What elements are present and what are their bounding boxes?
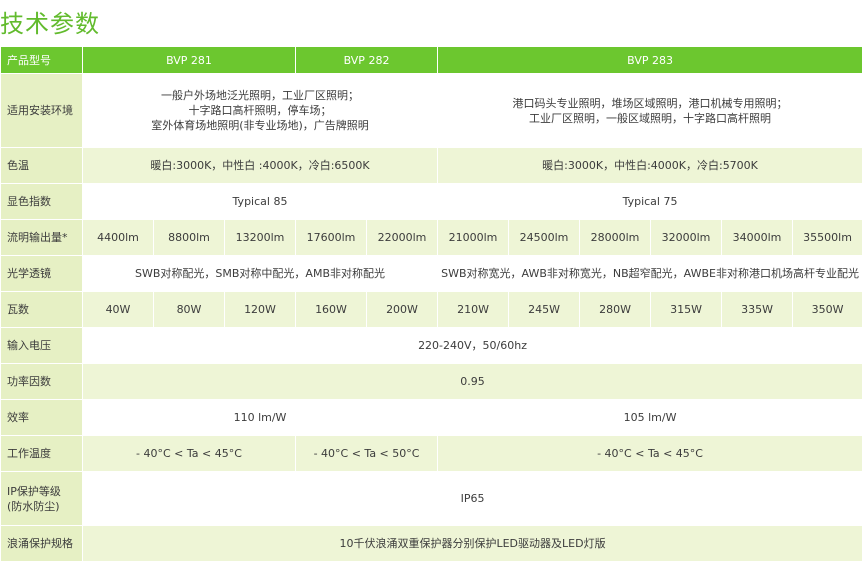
flux-cell: 8800lm [154,220,225,256]
ip-row: IP保护等级 (防水防尘) IP65 [1,472,862,526]
row-label: 产品型号 [1,47,83,74]
row-label: 色温 [1,148,83,184]
pf-row: 功率因数 0.95 [1,364,862,400]
model-bvp283: BVP 283 [438,47,862,74]
row-label: 流明输出量* [1,220,83,256]
watt-row: 瓦数 40W 80W 120W 160W 200W 210W 245W 280W… [1,292,862,328]
ip-label-line: IP保护等级 [7,484,80,499]
cri-value-a: Typical 85 [83,184,438,220]
voltage-value: 220-240V，50/60hz [83,328,862,364]
env-value-a: 一般户外场地泛光照明，工业厂区照明； 十字路口高杆照明，停车场； 室外体育场地照… [83,74,438,148]
watt-cell: 335W [722,292,793,328]
optics-value-a: SWB对称配光，SMB对称中配光，AMB非对称配光 [83,256,438,292]
env-line: 工业厂区照明，一般区域照明，十字路口高杆照明 [440,111,860,126]
flux-cell: 22000lm [367,220,438,256]
flux-cell: 21000lm [438,220,509,256]
watt-cell: 210W [438,292,509,328]
row-label: 工作温度 [1,436,83,472]
watt-cell: 200W [367,292,438,328]
eff-value-a: 110 lm/W [83,400,438,436]
eff-value-b: 105 lm/W [438,400,862,436]
surge-value: 10千伏浪涌双重保护器分别保护LED驱动器及LED灯版 [83,526,862,562]
watt-cell: 80W [154,292,225,328]
cri-row: 显色指数 Typical 85 Typical 75 [1,184,862,220]
env-value-b: 港口码头专业照明，堆场区域照明，港口机械专用照明； 工业厂区照明，一般区域照明，… [438,74,862,148]
temp-value-a: - 40°C < Ta < 45°C [83,436,296,472]
watt-cell: 350W [793,292,862,328]
row-label: 显色指数 [1,184,83,220]
optics-value-b: SWB对称宽光，AWB非对称宽光，NB超窄配光，AWBE非对称港口机场高杆专业配… [438,256,862,292]
watt-cell: 280W [580,292,651,328]
row-label: 输入电压 [1,328,83,364]
env-row: 适用安装环境 一般户外场地泛光照明，工业厂区照明； 十字路口高杆照明，停车场； … [1,74,862,148]
temp-value-b: - 40°C < Ta < 50°C [296,436,438,472]
env-line: 室外体育场地照明(非专业场地)，广告牌照明 [85,118,435,133]
flux-cell: 28000lm [580,220,651,256]
header-row: 产品型号 BVP 281 BVP 282 BVP 283 [1,47,862,74]
model-bvp282: BVP 282 [296,47,438,74]
watt-cell: 245W [509,292,580,328]
watt-cell: 315W [651,292,722,328]
row-label: 浪涌保护规格 [1,526,83,562]
eff-row: 效率 110 lm/W 105 lm/W [1,400,862,436]
temp-row: 工作温度 - 40°C < Ta < 45°C - 40°C < Ta < 50… [1,436,862,472]
flux-cell: 17600lm [296,220,367,256]
cri-value-b: Typical 75 [438,184,862,220]
page-title: 技术参数 [0,4,100,39]
row-label: IP保护等级 (防水防尘) [1,472,83,526]
row-label: 适用安装环境 [1,74,83,148]
cct-row: 色温 暖白:3000K，中性白 :4000K，冷白:6500K 暖白:3000K… [1,148,862,184]
flux-cell: 32000lm [651,220,722,256]
flux-cell: 34000lm [722,220,793,256]
temp-value-c: - 40°C < Ta < 45°C [438,436,862,472]
model-bvp281: BVP 281 [83,47,296,74]
surge-row: 浪涌保护规格 10千伏浪涌双重保护器分别保护LED驱动器及LED灯版 [1,526,862,562]
flux-row: 流明输出量* 4400lm 8800lm 13200lm 17600lm 220… [1,220,862,256]
env-line: 港口码头专业照明，堆场区域照明，港口机械专用照明； [440,96,860,111]
flux-cell: 4400lm [83,220,154,256]
watt-cell: 120W [225,292,296,328]
pf-value: 0.95 [83,364,862,400]
env-line: 一般户外场地泛光照明，工业厂区照明； [85,88,435,103]
row-label: 光学透镜 [1,256,83,292]
cct-value-b: 暖白:3000K，中性白:4000K，冷白:5700K [438,148,862,184]
watt-cell: 40W [83,292,154,328]
voltage-row: 输入电压 220-240V，50/60hz [1,328,862,364]
watt-cell: 160W [296,292,367,328]
spec-table: 产品型号 BVP 281 BVP 282 BVP 283 适用安装环境 一般户外… [0,46,862,562]
cct-value-a: 暖白:3000K，中性白 :4000K，冷白:6500K [83,148,438,184]
flux-cell: 24500lm [509,220,580,256]
flux-cell: 13200lm [225,220,296,256]
row-label: 瓦数 [1,292,83,328]
env-line: 十字路口高杆照明，停车场； [85,103,435,118]
optics-row: 光学透镜 SWB对称配光，SMB对称中配光，AMB非对称配光 SWB对称宽光，A… [1,256,862,292]
ip-value: IP65 [83,472,862,526]
row-label: 功率因数 [1,364,83,400]
flux-cell: 35500lm [793,220,862,256]
ip-label-line: (防水防尘) [7,499,80,514]
row-label: 效率 [1,400,83,436]
